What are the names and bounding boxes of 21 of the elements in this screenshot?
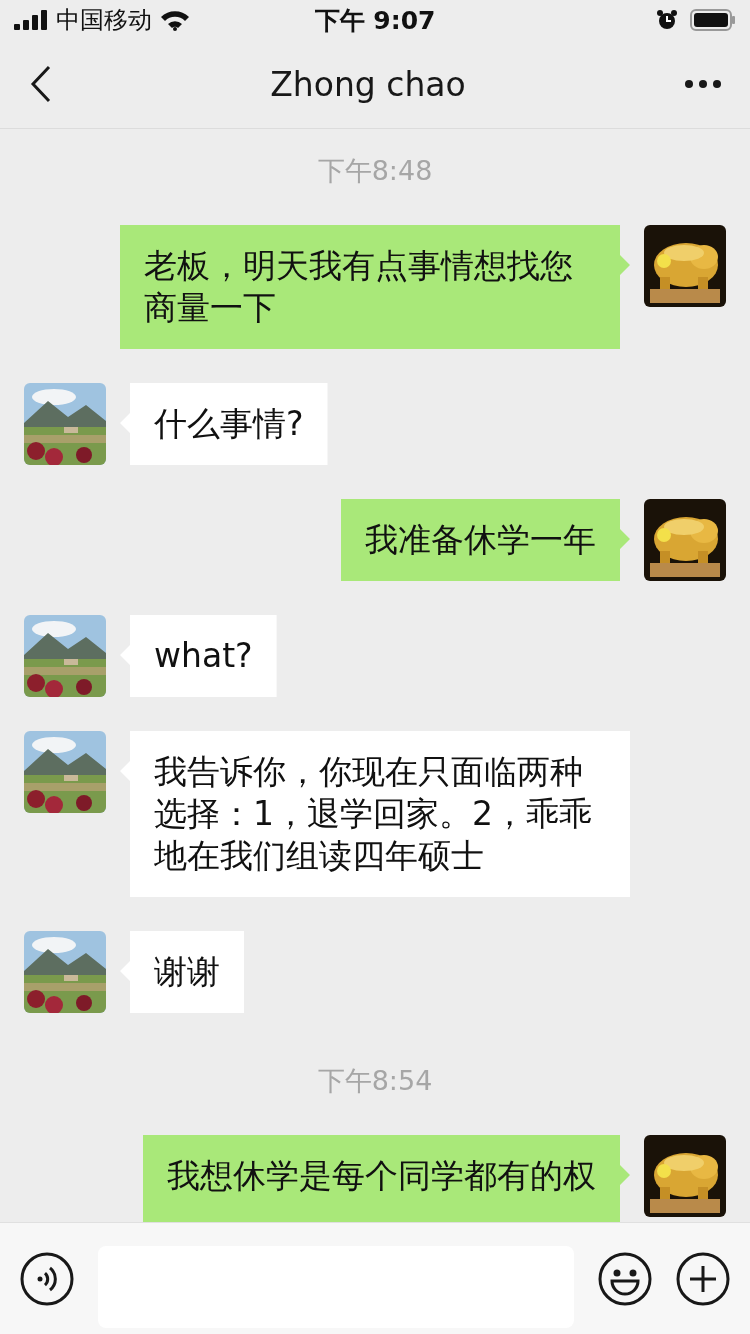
message-bubble: 老板，明天我有点事情想找您商量一下 <box>120 225 630 349</box>
message-bubble: 我准备休学一年 <box>341 499 630 581</box>
more-icon[interactable] <box>684 79 722 89</box>
message-bubble: 什么事情? <box>120 383 328 465</box>
emoji-icon[interactable] <box>598 1251 652 1306</box>
back-icon[interactable] <box>30 65 52 103</box>
message-bubble: 我想休学是每个同学都有的权 <box>143 1135 630 1222</box>
alarm-icon <box>656 9 678 31</box>
status-time: 下午 9:07 <box>314 4 436 37</box>
wifi-icon <box>160 9 190 31</box>
message-bubble: 谢谢 <box>120 931 244 1013</box>
carrier-name: 中国移动 <box>56 5 152 36</box>
plus-icon[interactable] <box>676 1251 730 1306</box>
battery-icon <box>690 9 736 31</box>
signal-icon <box>14 10 48 30</box>
timestamp: 下午8:48 <box>317 154 433 188</box>
timestamp: 下午8:54 <box>317 1064 433 1098</box>
message-bubble: 我告诉你，你现在只面临两种选择：1，退学回家。2，乖乖地在我们组读四年硕士 <box>120 731 630 897</box>
voice-icon[interactable] <box>20 1251 74 1306</box>
message-bubble: what? <box>120 615 277 697</box>
chat-title: Zhong chao <box>270 64 466 104</box>
